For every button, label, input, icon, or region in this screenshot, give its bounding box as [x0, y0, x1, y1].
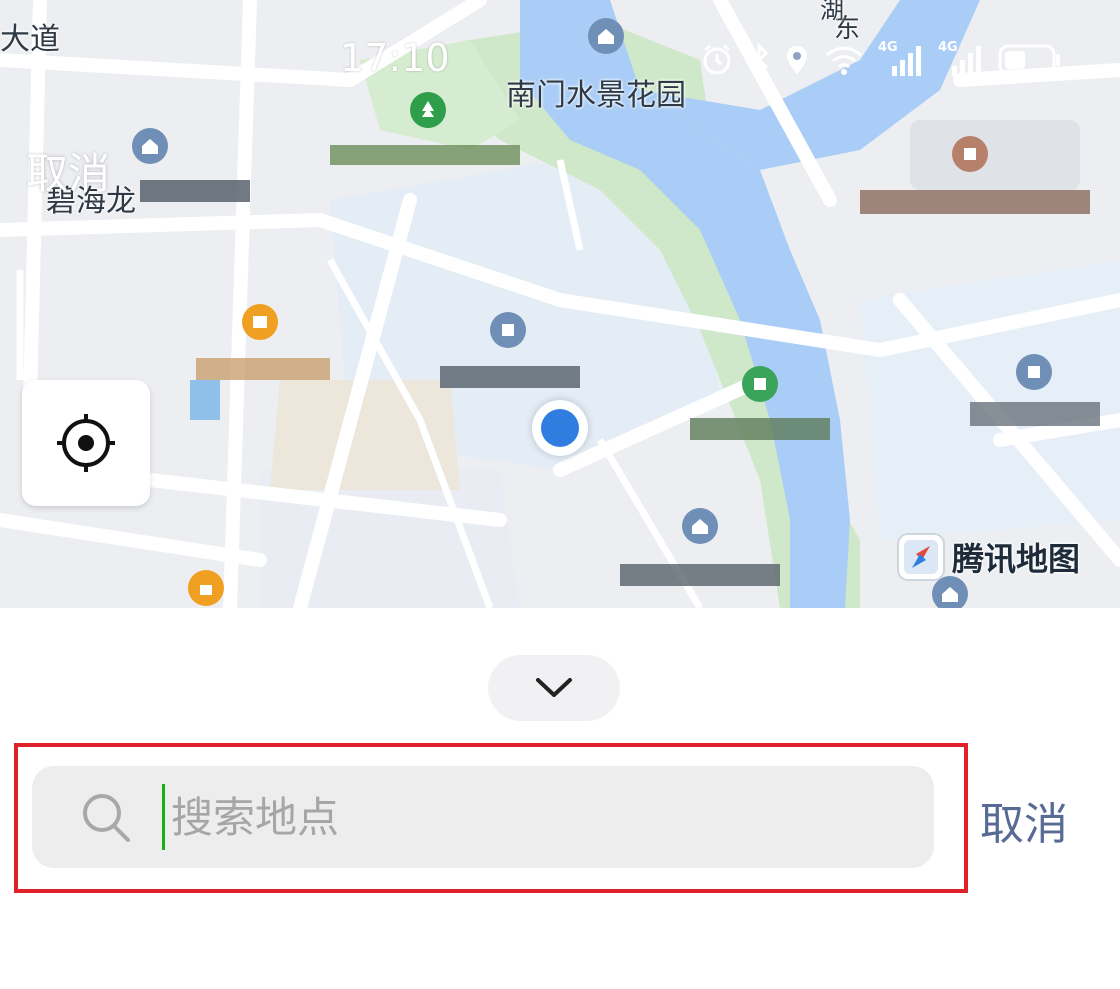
top-cancel-button[interactable]: 取消 [26, 140, 110, 201]
current-location-marker [532, 400, 588, 456]
community-pin-icon[interactable] [490, 312, 526, 348]
text-caret [162, 784, 165, 850]
hotel-pin-icon[interactable] [952, 136, 988, 172]
estate-pin-icon[interactable] [1016, 354, 1052, 390]
locate-crosshair-icon [57, 414, 115, 472]
tencent-map-logo: 腾讯地图 [896, 532, 1080, 582]
signal-1-icon: 4G [878, 40, 924, 80]
chevron-down-icon [536, 678, 572, 697]
search-bar[interactable] [32, 766, 934, 868]
battery-icon [998, 44, 1060, 76]
alarm-icon [703, 44, 731, 75]
signal-2-icon: 4G [938, 40, 984, 80]
location-icon [787, 46, 807, 74]
search-input[interactable] [169, 791, 773, 843]
park-pin-icon[interactable] [742, 366, 778, 402]
tencent-map-brand: 腾讯地图 [952, 540, 1081, 578]
compass-icon [897, 533, 945, 581]
search-panel: 取消 [0, 608, 1120, 989]
collapse-button[interactable] [488, 655, 620, 721]
status-time: 17:10 [340, 36, 450, 80]
school-pin-icon[interactable] [242, 304, 278, 340]
housing-pin-icon[interactable] [682, 508, 718, 544]
status-bar: 17:10 4G 4G [0, 0, 1120, 110]
residence-pin-icon[interactable] [132, 128, 168, 164]
status-icons: 4G 4G [700, 36, 1062, 84]
bluetooth-icon [750, 43, 769, 77]
cancel-button[interactable]: 取消 [980, 788, 1068, 852]
wifi-icon [825, 46, 863, 75]
shop-bag-icon[interactable] [188, 570, 224, 606]
locate-button[interactable] [22, 380, 150, 506]
search-icon [83, 794, 130, 842]
